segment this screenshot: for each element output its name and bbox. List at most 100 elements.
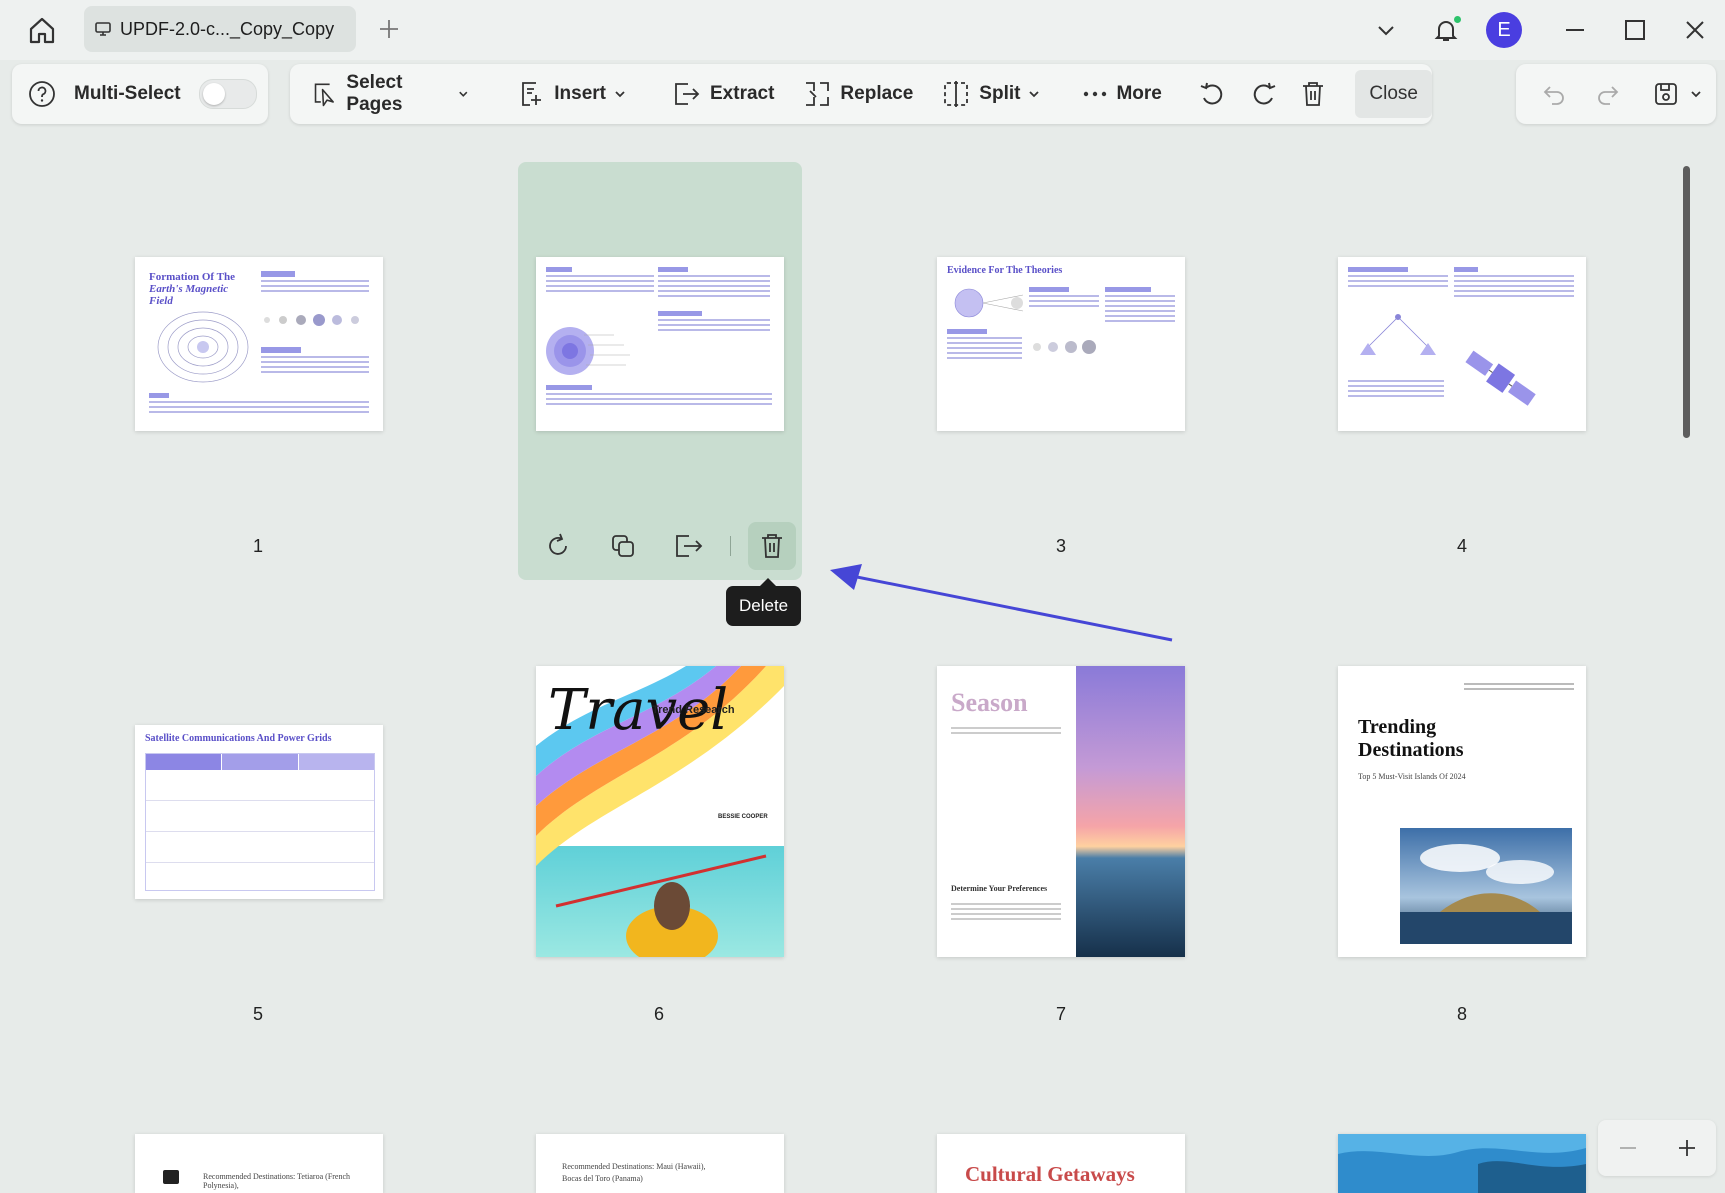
sunset-photo — [1076, 666, 1185, 957]
page-9-title: Recommended Destinations: Tetiaroa (Fren… — [203, 1172, 351, 1190]
select-pages-button[interactable]: Select Pages — [302, 72, 486, 116]
page-thumbnail-10[interactable]: Recommended Destinations: Maui (Hawaii),… — [536, 1134, 784, 1193]
bell-icon[interactable] — [1426, 10, 1466, 50]
home-icon[interactable] — [22, 12, 62, 48]
notification-dot — [1454, 16, 1461, 23]
zoom-control — [1598, 1120, 1716, 1176]
title-bar: UPDF-2.0-c..._Copy_Copy E — [0, 0, 1725, 60]
help-icon[interactable] — [28, 80, 56, 108]
planet-row — [264, 314, 359, 326]
chevron-down-icon — [615, 91, 625, 98]
rotate-right-icon[interactable] — [1246, 74, 1282, 114]
page-3-title: Evidence For The Theories — [947, 265, 1063, 276]
multi-select-group: Multi-Select — [12, 64, 268, 124]
page-thumbnail-1[interactable]: Formation Of The Earth's Magnetic Field — [135, 257, 383, 431]
page-thumbnail-5[interactable]: Satellite Communications And Power Grids — [135, 725, 383, 899]
page-thumbnail-7[interactable]: Season Determine Your Preferences — [937, 666, 1185, 957]
page-number-3: 3 — [1055, 536, 1066, 556]
chevron-down-icon[interactable] — [1686, 76, 1706, 112]
maximize-icon[interactable] — [1615, 10, 1655, 50]
close-window-icon[interactable] — [1675, 10, 1715, 50]
page-thumbnail-9[interactable]: Recommended Destinations: Tetiaroa (Fren… — [135, 1134, 383, 1193]
island-photo — [1400, 828, 1572, 944]
multi-select-toggle[interactable] — [198, 79, 257, 109]
delete-tooltip: Delete — [726, 578, 802, 626]
scrollbar[interactable] — [1683, 166, 1690, 438]
trash-icon[interactable] — [1296, 74, 1332, 114]
page-10-subtitle: Bocas del Toro (Panama) — [562, 1174, 643, 1183]
page-5-table — [145, 753, 375, 891]
earth-layers-diagram — [546, 327, 630, 375]
history-group — [1516, 64, 1716, 124]
orbit-diagram — [954, 288, 1024, 318]
page-number-4: 4 — [1456, 536, 1467, 556]
zoom-in-icon[interactable] — [1677, 1138, 1697, 1158]
delete-page-icon[interactable] — [748, 522, 796, 570]
page-thumbnail-3[interactable]: Evidence For The Theories — [937, 257, 1185, 431]
chevron-down-icon — [458, 91, 468, 97]
page-11-title: Cultural Getaways — [965, 1162, 1135, 1186]
satellite-illustration — [1465, 350, 1536, 406]
select-pages-label: Select Pages — [346, 72, 403, 115]
chevron-down-icon — [1029, 91, 1040, 98]
page-6-subtitle: Trend Research — [652, 704, 735, 716]
zoom-out-icon[interactable] — [1618, 1138, 1638, 1158]
page-thumbnail-4[interactable] — [1338, 257, 1586, 431]
extract-button[interactable]: Extract — [662, 72, 784, 116]
ocean-photo — [1338, 1134, 1586, 1193]
extract-label: Extract — [710, 83, 775, 104]
insert-button[interactable]: Insert — [508, 72, 644, 116]
page-10-title: Recommended Destinations: Maui (Hawaii), — [562, 1162, 706, 1171]
page-thumbnail-11[interactable]: Cultural Getaways — [937, 1134, 1185, 1193]
logo-icon — [163, 1170, 179, 1184]
annotation-arrow — [830, 564, 1173, 642]
close-button[interactable]: Close — [1355, 70, 1432, 118]
page-5-title: Satellite Communications And Power Grids — [145, 733, 332, 744]
more-icon — [1084, 91, 1107, 97]
antenna-diagram — [1360, 314, 1436, 355]
page-1-title: Formation Of The — [149, 271, 235, 283]
multi-select-label: Multi-Select — [74, 83, 181, 104]
page-number-8: 8 — [1456, 1004, 1467, 1024]
page-8-subtitle: Top 5 Must-Visit Islands Of 2024 — [1358, 772, 1466, 781]
split-button[interactable]: Split — [931, 72, 1058, 116]
replace-icon — [806, 82, 830, 106]
magnetic-field-diagram — [157, 311, 249, 383]
rotate-left-icon[interactable] — [1194, 74, 1230, 114]
page-thumbnail-12[interactable] — [1338, 1134, 1586, 1193]
monitor-icon — [94, 20, 112, 38]
new-tab-icon[interactable] — [374, 14, 404, 44]
page-8-title: Trending Destinations — [1358, 716, 1464, 761]
insert-label: Insert — [554, 83, 606, 104]
more-label: More — [1116, 83, 1162, 104]
page-number-1: 1 — [252, 536, 263, 556]
chevron-down-icon[interactable] — [1366, 10, 1406, 50]
moon-phases — [1033, 340, 1096, 354]
split-label: Split — [979, 83, 1021, 104]
page-toolbar: Select Pages Insert Extract Replace Spli… — [290, 64, 1432, 124]
page-7-subtitle: Determine Your Preferences — [951, 884, 1048, 893]
page-6-author: BESSIE COOPER — [718, 814, 768, 820]
avatar[interactable]: E — [1486, 12, 1522, 48]
duplicate-page-icon[interactable] — [599, 522, 647, 570]
page-number-7: 7 — [1055, 1004, 1066, 1024]
extract-page-icon[interactable] — [665, 522, 713, 570]
replace-button[interactable]: Replace — [792, 72, 923, 116]
page-7-title: Season — [951, 688, 1028, 717]
page-thumbnail-2[interactable] — [536, 257, 784, 431]
undo-icon[interactable] — [1536, 76, 1572, 112]
more-button[interactable]: More — [1072, 72, 1171, 116]
page-actions — [534, 520, 796, 572]
page-number-5: 5 — [252, 1004, 263, 1024]
save-icon[interactable] — [1648, 76, 1684, 112]
replace-label: Replace — [840, 83, 914, 104]
page-thumbnail-8[interactable]: Trending Destinations Top 5 Must-Visit I… — [1338, 666, 1586, 957]
rotate-page-icon[interactable] — [534, 522, 582, 570]
action-divider — [729, 536, 731, 556]
tab-title: UPDF-2.0-c..._Copy_Copy — [120, 18, 335, 39]
document-tab[interactable]: UPDF-2.0-c..._Copy_Copy — [84, 6, 356, 52]
insert-icon — [522, 82, 542, 106]
redo-icon[interactable] — [1590, 76, 1626, 112]
minimize-icon[interactable] — [1555, 10, 1595, 50]
page-thumbnail-6[interactable]: Travel Trend Research BESSIE COOPER — [536, 666, 784, 957]
